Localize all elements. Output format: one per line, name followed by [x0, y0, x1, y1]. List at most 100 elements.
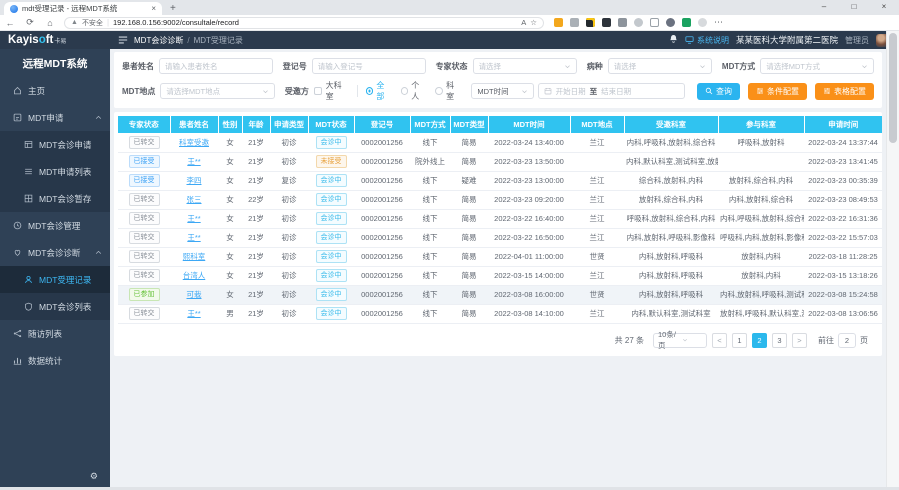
refresh-icon[interactable]: ⟳ — [20, 17, 40, 28]
column-header[interactable]: MDT时间 — [488, 116, 570, 133]
table-config-button[interactable]: 表格配置 — [815, 83, 874, 100]
mdt-place-select[interactable]: 请选择MDT地点 — [160, 83, 275, 99]
table-row[interactable]: 已转交 台湾人 女 21岁 初诊 会诊中 0002001256 线下 简易 20… — [118, 266, 882, 285]
screen: mdt受理记录 - 远程MDT系统 × + – □ × ← ⟳ ⌂ ▲ 不安全 … — [0, 0, 899, 490]
extension-icon[interactable] — [602, 18, 611, 27]
sidebar-collapse-icon[interactable] — [118, 35, 128, 45]
browser-tab[interactable]: mdt受理记录 - 远程MDT系统 × — [4, 2, 162, 15]
sidebar-item-home[interactable]: 主页 — [0, 77, 110, 104]
expert-status-select[interactable]: 请选择 — [473, 58, 577, 74]
profile-icon[interactable] — [698, 18, 707, 27]
radio-option[interactable]: 科室 — [435, 80, 461, 102]
home-icon[interactable]: ⌂ — [40, 18, 60, 28]
big-dept-checkbox[interactable]: 大科室 — [314, 80, 349, 102]
patient-name-link[interactable]: 熙科室 — [183, 252, 206, 261]
sidebar-item-mdt-manage[interactable]: MDT会诊管理 — [0, 212, 110, 239]
condition-config-button[interactable]: 条件配置 — [748, 83, 807, 100]
sidebar-item-mdt-consult-apply[interactable]: MDT会诊申请 — [0, 131, 110, 158]
app-logo: Kayisoft卡易 — [0, 34, 110, 46]
column-header[interactable]: 性别 — [218, 116, 242, 133]
sidebar-item-mdt-apply-list[interactable]: MDT申请列表 — [0, 158, 110, 185]
patient-name-link[interactable]: 王** — [187, 233, 200, 242]
mdt-time-select[interactable]: MDT时间 — [471, 83, 533, 99]
extension-icon[interactable] — [634, 18, 643, 27]
next-page-button[interactable]: > — [792, 333, 807, 348]
extension-icon[interactable] — [682, 18, 691, 27]
new-tab-button[interactable]: + — [170, 2, 176, 15]
extension-icon[interactable] — [586, 18, 595, 27]
sidebar-item-mdt-consult-draft[interactable]: MDT会诊暂存 — [0, 185, 110, 212]
system-help-link[interactable]: 系统说明 — [685, 35, 729, 46]
page-number-button[interactable]: 2 — [752, 333, 767, 348]
sex-cell: 女 — [218, 171, 242, 190]
page-size-select[interactable]: 10条/页 — [653, 333, 707, 348]
table-row[interactable]: 已接受 王** 女 21岁 初诊 未接受 0002001256 院外线上 简易 … — [118, 152, 882, 171]
patient-name-link[interactable]: 李四 — [187, 176, 202, 185]
column-header[interactable]: MDT类型 — [450, 116, 488, 133]
radio-option[interactable]: 个人 — [401, 80, 427, 102]
page-number-button[interactable]: 1 — [732, 333, 747, 348]
sidebar-group-mdt-apply[interactable]: MDT申请 — [0, 104, 110, 131]
page-scrollbar[interactable] — [886, 31, 899, 487]
column-header[interactable]: MDT地点 — [570, 116, 624, 133]
address-bar[interactable]: ▲ 不安全 | 192.168.0.156:9002/consultale/re… — [64, 17, 544, 29]
column-header[interactable]: 登记号 — [354, 116, 410, 133]
column-header[interactable]: 申请时间 — [804, 116, 882, 133]
tab-close-icon[interactable]: × — [151, 5, 156, 13]
patient-name-link[interactable]: 王** — [187, 157, 200, 166]
patient-name-link[interactable]: 台湾人 — [183, 271, 206, 280]
favorite-icon[interactable]: ☆ — [530, 18, 537, 27]
split-screen-icon[interactable] — [650, 18, 659, 27]
goto-page-input[interactable]: 2 — [838, 333, 856, 348]
back-icon[interactable]: ← — [0, 18, 20, 28]
radio-option[interactable]: 全部 — [366, 80, 392, 102]
browser-essentials-icon[interactable] — [666, 18, 675, 27]
regno-input[interactable] — [318, 62, 420, 71]
window-close-button[interactable]: × — [869, 0, 899, 14]
column-header[interactable]: 参与科室 — [718, 116, 804, 133]
extension-icon[interactable] — [570, 18, 579, 27]
read-aloud-icon[interactable]: A — [521, 18, 526, 27]
patient-name-link[interactable]: 张三 — [187, 195, 202, 204]
table-row[interactable]: 已参加 可栽 女 21岁 初诊 会诊中 0002001256 线下 简易 202… — [118, 285, 882, 304]
prev-page-button[interactable]: < — [712, 333, 727, 348]
column-header[interactable]: MDT状态 — [308, 116, 354, 133]
extension-icon[interactable] — [554, 18, 563, 27]
bell-icon[interactable] — [669, 31, 678, 49]
extension-icon[interactable] — [618, 18, 627, 27]
table-row[interactable]: 已转交 熙科室 女 21岁 初诊 会诊中 0002001256 线下 简易 20… — [118, 247, 882, 266]
scrollbar-thumb[interactable] — [889, 33, 897, 143]
patient-name-input[interactable] — [165, 62, 267, 71]
patient-name-link[interactable]: 可栽 — [187, 290, 202, 299]
column-header[interactable]: MDT方式 — [410, 116, 450, 133]
table-row[interactable]: 已转交 王** 女 21岁 初诊 会诊中 0002001256 线下 简易 20… — [118, 228, 882, 247]
sidebar-item-followup-list[interactable]: 随访列表 — [0, 320, 110, 347]
table-row[interactable]: 已接受 李四 女 21岁 复诊 会诊中 0002001256 线下 疑难 202… — [118, 171, 882, 190]
table-row[interactable]: 已转交 张三 女 22岁 初诊 会诊中 0002001256 线下 简易 202… — [118, 190, 882, 209]
disease-select[interactable]: 请选择 — [608, 58, 712, 74]
patient-name-link[interactable]: 王** — [187, 214, 200, 223]
patient-name-link[interactable]: 科室受邀 — [179, 138, 209, 147]
settings-gear-icon[interactable]: ⚙ — [90, 471, 98, 482]
column-header[interactable]: 年龄 — [242, 116, 270, 133]
column-header[interactable]: 申请类型 — [270, 116, 308, 133]
page-number-button[interactable]: 3 — [772, 333, 787, 348]
sidebar-item-statistics[interactable]: 数据统计 — [0, 347, 110, 374]
table-row[interactable]: 已转交 王** 男 21岁 初诊 会诊中 0002001256 线下 简易 20… — [118, 304, 882, 323]
sidebar-group-mdt-diagnosis[interactable]: MDT会诊诊断 — [0, 239, 110, 266]
browser-menu-icon[interactable]: ⋯ — [714, 17, 724, 28]
table-row[interactable]: 已转交 科室受邀 女 21岁 初诊 会诊中 0002001256 线下 简易 2… — [118, 133, 882, 152]
window-maximize-button[interactable]: □ — [839, 0, 869, 14]
patient-name-link[interactable]: 王** — [187, 309, 200, 318]
breadcrumb-parent[interactable]: MDT会诊诊断 — [134, 35, 183, 46]
date-range-picker[interactable]: 开始日期 至 结束日期 — [538, 83, 685, 99]
table-row[interactable]: 已转交 王** 女 21岁 初诊 会诊中 0002001256 线下 简易 20… — [118, 209, 882, 228]
sidebar-item-mdt-accept-records[interactable]: MDT受理记录 — [0, 266, 110, 293]
column-header[interactable]: 受邀科室 — [624, 116, 718, 133]
column-header[interactable]: 专家状态 — [118, 116, 170, 133]
mdt-mode-select[interactable]: 请选择MDT方式 — [760, 58, 874, 74]
search-button[interactable]: 查询 — [697, 83, 740, 100]
sidebar-item-mdt-consult-list[interactable]: MDT会诊列表 — [0, 293, 110, 320]
window-minimize-button[interactable]: – — [809, 0, 839, 14]
column-header[interactable]: 患者姓名 — [170, 116, 218, 133]
